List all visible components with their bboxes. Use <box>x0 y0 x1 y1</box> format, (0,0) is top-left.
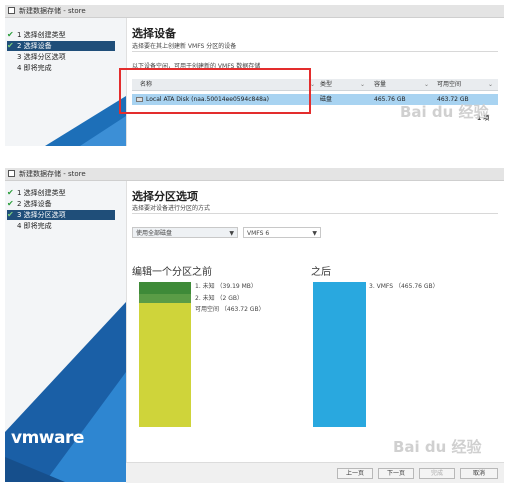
before-legend-2: 2. 未知 （2 GB） <box>195 295 244 302</box>
partition-segment-1 <box>139 282 191 294</box>
back-button[interactable]: 上一页 <box>337 468 373 479</box>
sort-icon[interactable]: ⌄ <box>424 79 429 90</box>
col-type[interactable]: 类型 <box>320 79 332 90</box>
wizard-steps: ✔ 1 选择创建类型 ✔ 2 选择设备 3 选择分区选项 4 即将完成 <box>5 18 127 146</box>
check-icon: ✔ <box>7 30 14 39</box>
sort-icon[interactable]: ⌄ <box>488 79 493 90</box>
window-title: 新建数据存储 - store <box>19 7 86 15</box>
check-icon: ✔ <box>7 188 14 197</box>
next-button[interactable]: 下一页 <box>378 468 414 479</box>
check-icon: ✔ <box>7 199 14 208</box>
cancel-button[interactable]: 取消 <box>460 468 498 479</box>
window-icon <box>8 170 15 177</box>
after-label: 之后 <box>311 267 331 278</box>
vmware-logo: vmware <box>11 428 84 448</box>
step-2[interactable]: ✔ 2 选择设备 <box>7 41 115 51</box>
finish-button[interactable]: 完成 <box>419 468 455 479</box>
before-partition-bar <box>139 282 191 427</box>
step-3[interactable]: ✔ 3 选择分区选项 <box>7 210 115 220</box>
wizard-steps: ✔ 1 选择创建类型 ✔ 2 选择设备 ✔ 3 选择分区选项 4 即将完成 vm… <box>5 181 127 482</box>
vmfs-version-select[interactable]: VMFS 6 ▼ <box>243 227 321 238</box>
device-type: 磁盘 <box>320 96 333 103</box>
after-legend-1: 3. VMFS （465.76 GB） <box>369 283 439 290</box>
sidebar-decoration <box>5 302 126 482</box>
dropdown-arrow-icon: ▼ <box>229 230 234 237</box>
partition-segment-2 <box>139 294 191 303</box>
page-title: 选择分区选项 <box>132 190 198 203</box>
after-partition-bar <box>313 282 366 427</box>
before-legend-1: 1. 未知 （39.19 MB） <box>195 283 257 290</box>
step-4[interactable]: 4 即将完成 <box>7 63 115 73</box>
footer-bar: 上一页 下一页 完成 取消 <box>126 462 504 483</box>
before-legend-3: 可用空间 （463.72 GB） <box>195 306 265 313</box>
col-capacity[interactable]: 容量 <box>374 79 386 90</box>
before-label: 编辑一个分区之前 <box>132 267 212 278</box>
window-titlebar: 新建数据存储 - store <box>5 168 504 181</box>
check-icon: ✔ <box>7 210 14 219</box>
dialog-select-device: 新建数据存储 - store ✔ 1 选择创建类型 ✔ 2 选择设备 3 选择分… <box>5 5 504 146</box>
sidebar-decoration <box>45 96 126 146</box>
highlight-box <box>119 68 311 114</box>
watermark: Bai du 经验 <box>393 438 482 456</box>
partition-segment-3 <box>139 303 191 427</box>
watermark: Bai du 经验 <box>400 103 489 121</box>
dropdown-arrow-icon: ▼ <box>312 230 317 237</box>
step-1[interactable]: ✔ 1 选择创建类型 <box>7 30 115 40</box>
page-title: 选择设备 <box>132 27 176 40</box>
step-4[interactable]: 4 即将完成 <box>7 221 115 231</box>
col-free[interactable]: 可用空间 <box>437 79 461 90</box>
window-titlebar: 新建数据存储 - store <box>5 5 504 18</box>
page-subtitle: 选择要在其上创建新 VMFS 分区的设备 <box>132 43 237 50</box>
step-3[interactable]: 3 选择分区选项 <box>7 52 115 62</box>
window-title: 新建数据存储 - store <box>19 170 86 178</box>
step-1[interactable]: ✔ 1 选择创建类型 <box>7 188 115 198</box>
page-subtitle: 选择要对设备进行分区的方式 <box>132 205 211 212</box>
divider <box>132 51 498 52</box>
dialog-partition-options: 新建数据存储 - store ✔ 1 选择创建类型 ✔ 2 选择设备 ✔ 3 选… <box>5 168 504 483</box>
window-icon <box>8 7 15 14</box>
sort-icon[interactable]: ⌄ <box>360 79 365 90</box>
partition-layout-select[interactable]: 使用全部磁盘 ▼ <box>132 227 238 238</box>
divider <box>132 213 498 214</box>
step-2[interactable]: ✔ 2 选择设备 <box>7 199 115 209</box>
check-icon: ✔ <box>7 41 14 50</box>
